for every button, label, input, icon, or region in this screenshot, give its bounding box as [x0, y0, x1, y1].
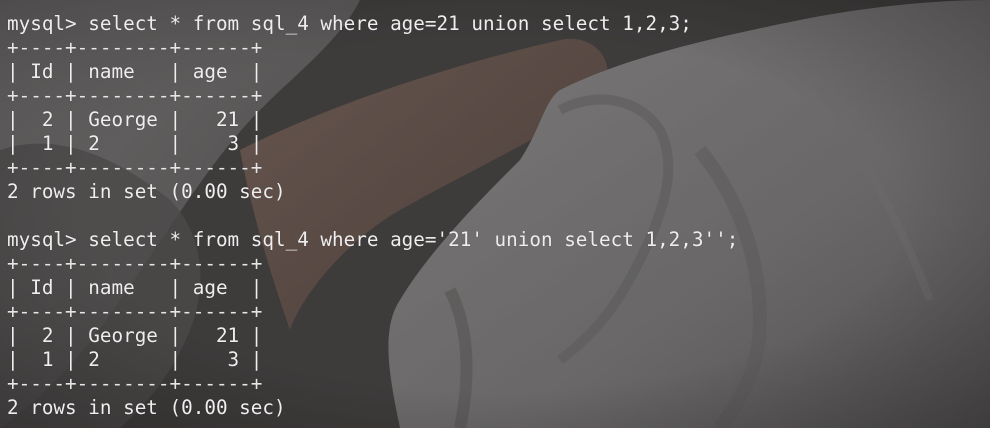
table-row: | 2 | George | 21 |	[7, 108, 263, 131]
table-header-row: | Id | name | age |	[7, 60, 263, 83]
table-border: +----+--------+------+	[7, 252, 263, 275]
table-border: +----+--------+------+	[7, 36, 263, 59]
table-row: | 2 | George | 21 |	[7, 324, 263, 347]
result-summary: 2 rows in set (0.00 sec)	[7, 396, 286, 419]
table-row: | 1 | 2 | 3 |	[7, 132, 263, 155]
command-line: mysql> select * from sql_4 where age='21…	[7, 228, 739, 251]
table-border: +----+--------+------+	[7, 84, 263, 107]
table-header-row: | Id | name | age |	[7, 276, 263, 299]
table-row: | 1 | 2 | 3 |	[7, 348, 263, 371]
table-border: +----+--------+------+	[7, 156, 263, 179]
result-summary: 2 rows in set (0.00 sec)	[7, 180, 286, 203]
table-border: +----+--------+------+	[7, 300, 263, 323]
table-border: +----+--------+------+	[7, 372, 263, 395]
terminal-window[interactable]: mysql> select * from sql_4 where age=21 …	[0, 0, 990, 428]
command-line: mysql> select * from sql_4 where age=21 …	[7, 12, 692, 35]
